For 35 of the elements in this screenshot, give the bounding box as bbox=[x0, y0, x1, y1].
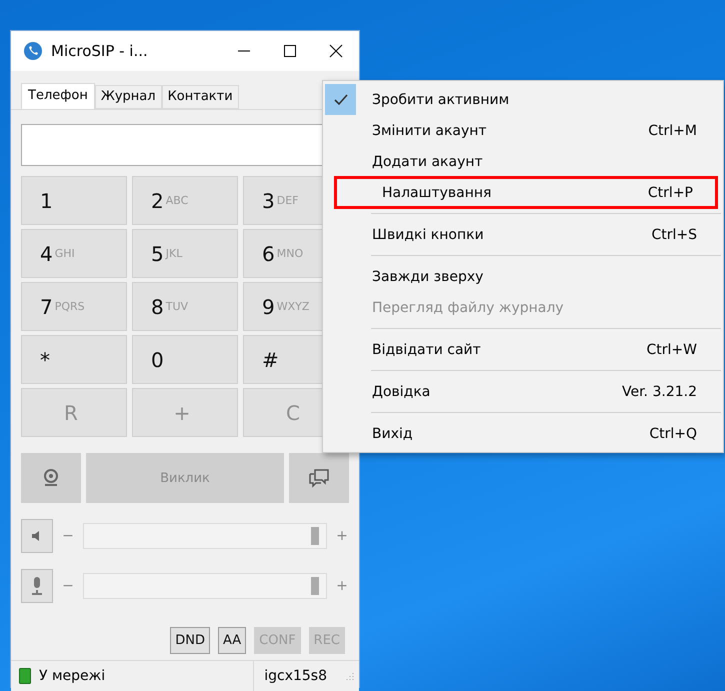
toggle-button[interactable]: AA bbox=[218, 627, 246, 654]
microphone-icon bbox=[30, 576, 44, 596]
webcam-button[interactable] bbox=[21, 453, 81, 503]
volume-slider[interactable] bbox=[83, 573, 327, 599]
menu-item[interactable]: Додати акаунт bbox=[325, 146, 721, 177]
minus-sign: − bbox=[61, 528, 75, 544]
message-button[interactable] bbox=[289, 453, 349, 503]
minus-sign: − bbox=[61, 578, 75, 594]
close-icon bbox=[329, 44, 343, 58]
menu-item[interactable]: Зробити активним bbox=[325, 84, 721, 115]
toggle-button[interactable]: DND bbox=[170, 627, 210, 654]
minimize-icon bbox=[237, 50, 251, 52]
volume-slider[interactable] bbox=[83, 523, 327, 549]
plus-sign: + bbox=[335, 528, 349, 544]
tab[interactable]: Телефон bbox=[21, 83, 95, 109]
status-text: У мережі bbox=[39, 668, 106, 684]
tab[interactable]: Журнал bbox=[94, 85, 162, 109]
window-title: MicroSIP - i... bbox=[51, 42, 148, 60]
tab[interactable]: Контакти bbox=[162, 85, 239, 109]
microphone-button[interactable] bbox=[21, 569, 53, 603]
speaker-button[interactable] bbox=[21, 519, 53, 553]
keypad-key[interactable]: * bbox=[21, 335, 127, 384]
phone-logo-icon bbox=[23, 41, 43, 61]
menu-item[interactable]: Змінити акаунт Ctrl+M bbox=[325, 115, 721, 146]
chat-icon bbox=[308, 468, 330, 488]
slider-thumb[interactable] bbox=[310, 577, 319, 595]
webcam-icon bbox=[41, 468, 61, 488]
online-status-icon bbox=[19, 668, 31, 684]
keypad-key[interactable]: 1 bbox=[21, 176, 127, 225]
plus-sign: + bbox=[335, 578, 349, 594]
slider-thumb[interactable] bbox=[310, 527, 319, 545]
resize-grip-icon bbox=[345, 671, 355, 681]
keypad-key[interactable]: 0 bbox=[132, 335, 238, 384]
maximize-icon bbox=[283, 44, 297, 58]
account-name: igcx15s8 bbox=[253, 661, 337, 691]
